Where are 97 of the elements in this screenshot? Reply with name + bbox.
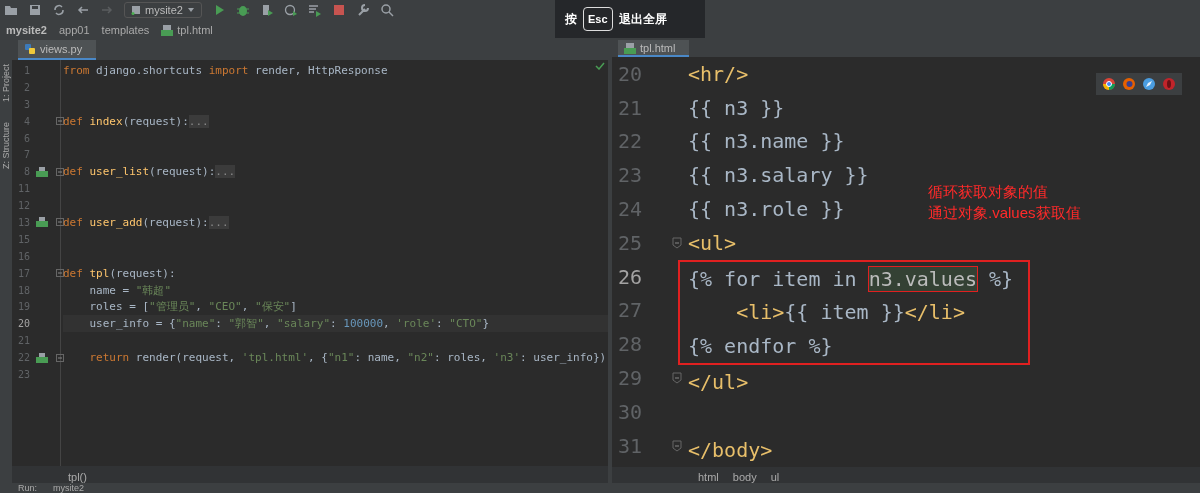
line-number: 28 [616, 332, 642, 357]
hint-text: 退出全屏 [618, 10, 667, 28]
line-number: 26 [616, 264, 642, 289]
breadcrumb-item[interactable]: html [698, 471, 719, 484]
breadcrumb-item[interactable]: tpl.html [161, 24, 213, 36]
editor-tab[interactable]: views.py [18, 40, 97, 60]
caret-icon [186, 6, 195, 14]
line-number: 4 [22, 115, 30, 127]
code-line: user_info = {"name": "郭智", "salary": 100000, 'role': "CTO"} [88, 316, 490, 332]
code-line: roles = ["管理员", "CEO", "保安"] [88, 299, 297, 315]
line-number: 23 [616, 163, 642, 188]
code-line: return render(request, 'tpl.html', {"n1": name, "n2": roles, 'n3': user_info}) [88, 351, 607, 365]
line-number: 16 [16, 250, 30, 262]
python-file-icon [24, 43, 36, 55]
breadcrumb-item[interactable]: app01 [59, 24, 90, 36]
key-cap: Esc [583, 7, 613, 31]
profiler-icon[interactable] [283, 3, 298, 17]
line-number: 15 [16, 233, 30, 245]
breadcrumb-item[interactable]: body [732, 471, 757, 484]
list-run-icon[interactable] [307, 3, 322, 17]
fold-icon[interactable] [672, 372, 682, 385]
fold-icon[interactable] [672, 439, 682, 452]
line-number: 3 [22, 98, 30, 110]
fold-icon[interactable] [56, 117, 64, 126]
compass-icon[interactable] [1142, 77, 1156, 91]
line-number: 7 [22, 149, 30, 161]
line-number: 2 [22, 81, 30, 93]
line-number: 25 [616, 230, 642, 255]
fold-icon[interactable] [56, 218, 64, 227]
code-line: def user_add(request):... [63, 215, 229, 229]
code-line: def index(request):... [63, 114, 209, 128]
line-number: 30 [616, 399, 642, 424]
line-number: 21 [16, 335, 30, 347]
html-file-icon [624, 41, 636, 54]
run-tab[interactable]: mysite2 [53, 483, 85, 493]
line-number: 8 [22, 166, 30, 178]
code-line: from django.shortcuts import render, HttpResponse [63, 63, 388, 77]
save-icon[interactable] [28, 3, 42, 17]
run-label: Run: [18, 483, 37, 493]
hint-text: 按 [565, 10, 577, 28]
run-config-dropdown[interactable]: mysite2 [124, 2, 202, 18]
code-line: {{ n3 }} [688, 95, 785, 120]
folder-icon[interactable] [4, 3, 18, 17]
breadcrumb-item[interactable]: ul [770, 471, 780, 484]
line-number: 18 [16, 284, 30, 296]
url-mapping-icon[interactable] [36, 166, 48, 177]
editor-tab[interactable]: tpl.html [618, 40, 690, 57]
check-icon [595, 62, 605, 70]
code-line: def user_list(request):... [63, 165, 236, 179]
tool-window-tab[interactable]: Z: Structure [1, 122, 11, 170]
url-mapping-icon[interactable] [36, 217, 48, 228]
code-line: {{ n3.name }} [688, 129, 845, 154]
tool-window-tab[interactable]: 1: Project [1, 64, 11, 103]
code-line: {{ n3.salary }} [688, 163, 869, 188]
bug-icon[interactable] [235, 3, 250, 17]
code-line: name = "韩超" [88, 282, 172, 298]
line-number: 1 [22, 64, 30, 76]
line-number: 31 [616, 433, 642, 458]
line-number: 27 [616, 298, 642, 323]
stop-icon[interactable] [331, 3, 346, 17]
code-line: {% for item in n3.values %} [688, 266, 1014, 291]
line-number: 22 [616, 129, 642, 154]
chrome-icon[interactable] [1102, 77, 1116, 91]
code-line: {{ n3.role }} [688, 197, 845, 222]
line-number: 20 [616, 61, 642, 86]
line-number: 23 [16, 368, 30, 380]
line-number: 20 [16, 318, 30, 330]
fold-icon[interactable] [672, 236, 682, 249]
sync-icon[interactable] [52, 3, 66, 17]
line-number: 22 [16, 352, 30, 364]
search-icon[interactable] [379, 3, 394, 17]
url-mapping-icon[interactable] [36, 352, 48, 363]
fold-icon[interactable] [56, 269, 64, 278]
line-number: 12 [16, 200, 30, 212]
fold-icon[interactable] [56, 167, 64, 176]
html-file-icon [161, 24, 174, 36]
line-number: 24 [616, 197, 642, 222]
breadcrumb-item[interactable]: mysite2 [6, 24, 47, 36]
breadcrumb-item[interactable]: templates [101, 24, 150, 36]
code-line: <li>{{ item }}</li> [735, 300, 965, 325]
code-line: <hr/> [688, 61, 749, 86]
breadcrumb-item[interactable]: tpl() [68, 470, 87, 483]
line-number: 11 [16, 183, 30, 195]
fold-icon[interactable] [56, 353, 64, 362]
line-number: 29 [616, 366, 642, 391]
line-number: 17 [16, 267, 30, 279]
code-line: <ul> [688, 230, 737, 255]
line-number: 21 [616, 95, 642, 120]
code-line: {% endfor %} [688, 334, 833, 359]
annotation-text: 通过对象.values获取值 [928, 204, 1081, 223]
line-number: 19 [16, 301, 30, 313]
code-line: </body> [688, 437, 773, 462]
code-line: def tpl(request): [63, 266, 176, 280]
code-line: </ul> [688, 370, 749, 395]
line-number: 6 [22, 132, 30, 144]
line-number: 13 [16, 216, 30, 228]
annotation-text: 循环获取对象的值 [928, 183, 1049, 202]
